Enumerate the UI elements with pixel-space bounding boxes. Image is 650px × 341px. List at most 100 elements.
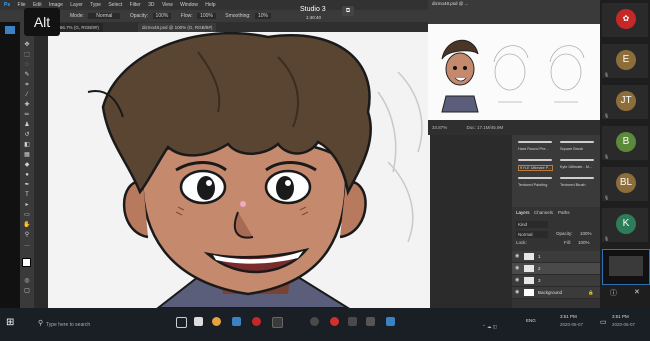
- video-toggle-icon[interactable]: [348, 317, 357, 326]
- history-brush-icon[interactable]: ↺: [23, 132, 31, 139]
- participant-tile[interactable]: ✿: [602, 3, 648, 37]
- eyedropper-icon[interactable]: ⁄: [23, 92, 31, 99]
- app-icon[interactable]: [272, 317, 283, 328]
- eye-icon[interactable]: ◉: [515, 287, 519, 298]
- screen-mode-icon[interactable]: ▢: [23, 288, 31, 295]
- tray-date[interactable]: 2020-05-07: [612, 322, 635, 327]
- layer-opacity-value[interactable]: 100%: [580, 231, 592, 236]
- layer-row[interactable]: ◉ 3: [512, 275, 600, 287]
- meeting-app-icon[interactable]: [386, 317, 395, 326]
- participant-tile[interactable]: B 🎙: [602, 126, 648, 160]
- layer-name: 2: [538, 266, 541, 271]
- layer-filter-kind[interactable]: Kind: [516, 221, 548, 228]
- brush-item-4[interactable]: Kyle Ultimate - M...: [560, 165, 592, 169]
- tab-paths[interactable]: Paths: [558, 210, 570, 215]
- fill-value[interactable]: 100%: [578, 240, 590, 245]
- foreground-color-swatch[interactable]: [22, 258, 31, 267]
- monitor-icon[interactable]: [5, 26, 15, 34]
- mute-mic-icon[interactable]: [310, 317, 319, 326]
- close-icon[interactable]: ✕: [634, 288, 640, 296]
- menu-help[interactable]: Help: [205, 2, 215, 8]
- share-screen-icon[interactable]: [366, 317, 375, 326]
- eye-icon[interactable]: ◉: [515, 251, 519, 262]
- brush-item-2[interactable]: Square Brush: [560, 147, 583, 151]
- menu-view[interactable]: View: [162, 2, 173, 8]
- tab-channels[interactable]: Channels: [534, 210, 553, 215]
- participant-tile[interactable]: JT 🎙: [602, 85, 648, 119]
- brush-item-1[interactable]: Hard Round Pre...: [518, 147, 549, 151]
- path-select-icon[interactable]: ▸: [23, 202, 31, 209]
- gradient-tool-icon[interactable]: ▦: [23, 152, 31, 159]
- marquee-tool-icon[interactable]: ⬚: [23, 52, 31, 59]
- search-icon[interactable]: ⚲: [38, 319, 43, 327]
- layer-row[interactable]: ◉ 1: [512, 251, 600, 263]
- dodge-tool-icon[interactable]: ●: [23, 172, 31, 179]
- menu-type[interactable]: Type: [90, 2, 101, 8]
- doc-tab-2[interactable]: dizmo48.psd @ 100% (G, RGB/8#): [138, 23, 217, 32]
- menu-select[interactable]: Select: [108, 2, 122, 8]
- pen-tool-icon[interactable]: ✒: [23, 182, 31, 189]
- mic-icon: 🎙: [604, 195, 610, 200]
- recorder-icon[interactable]: [252, 317, 261, 326]
- photoshop-taskbar-icon[interactable]: [232, 317, 241, 326]
- end-call-icon[interactable]: [330, 317, 339, 326]
- participant-tile[interactable]: E 🎙: [602, 44, 648, 78]
- blur-tool-icon[interactable]: ◆: [23, 162, 31, 169]
- chrome-icon[interactable]: [212, 317, 221, 326]
- hand-tool-icon[interactable]: ✋: [23, 222, 31, 229]
- tab-layers[interactable]: Layers: [516, 210, 530, 215]
- navigator-zoom[interactable]: 34.87%: [432, 125, 447, 130]
- taskbar-search-input[interactable]: Type here to search: [46, 319, 136, 331]
- move-tool-icon[interactable]: ✥: [23, 42, 31, 49]
- task-view-icon[interactable]: [176, 317, 187, 328]
- notification-icon[interactable]: ▭: [600, 318, 607, 326]
- type-tool-icon[interactable]: T: [23, 192, 31, 199]
- layer-blend-mode[interactable]: Normal: [516, 231, 548, 238]
- layers-panel: Layers Channels Paths Kind Normal Opacit…: [512, 207, 600, 308]
- menu-3d[interactable]: 3D: [148, 2, 154, 8]
- brush-item-3[interactable]: KYLE Ultimate P...: [518, 165, 553, 171]
- file-explorer-icon[interactable]: [194, 317, 203, 326]
- flow-field[interactable]: 100%: [197, 13, 216, 19]
- eraser-tool-icon[interactable]: ◧: [23, 142, 31, 149]
- stamp-tool-icon[interactable]: ♟: [23, 122, 31, 129]
- crop-tool-icon[interactable]: ⌗: [23, 82, 31, 89]
- healing-icon[interactable]: ✚: [23, 102, 31, 109]
- more-tools-icon[interactable]: …: [23, 242, 31, 249]
- participant-tile[interactable]: BL 🎙: [602, 167, 648, 201]
- tray-clock[interactable]: 3:51 PM: [612, 314, 629, 319]
- navigator-preview[interactable]: [428, 24, 600, 120]
- windows-start-icon[interactable]: ⊞: [6, 318, 14, 328]
- artwork-canvas[interactable]: [48, 32, 430, 308]
- eye-icon[interactable]: ◉: [515, 263, 519, 274]
- brush-item-6[interactable]: Textured Brush: [560, 183, 586, 187]
- left-app-strip: [0, 22, 20, 308]
- mode-select[interactable]: Normal: [88, 13, 121, 19]
- copy-icon[interactable]: ⧉: [342, 6, 354, 16]
- eye-icon[interactable]: ◉: [515, 275, 519, 286]
- participant-tile[interactable]: K 🎙: [602, 208, 648, 242]
- language-indicator[interactable]: ENG: [526, 318, 536, 323]
- brushes-panel: Hard Round Pre... Square Brush KYLE Ulti…: [512, 135, 600, 207]
- tray-date-secondary[interactable]: 2020-05-07: [560, 322, 583, 327]
- brush-item-5[interactable]: Textured Painting: [518, 183, 547, 187]
- participant-tile-self[interactable]: [602, 249, 650, 285]
- menu-file[interactable]: File: [18, 2, 26, 8]
- brush-tool-icon[interactable]: ✏: [23, 112, 31, 119]
- zoom-tool-icon[interactable]: ⚲: [23, 232, 31, 239]
- quick-select-icon[interactable]: ✎: [23, 72, 31, 79]
- lasso-tool-icon[interactable]: ◌: [23, 62, 31, 69]
- shape-tool-icon[interactable]: ▭: [23, 212, 31, 219]
- smoothing-field[interactable]: 10%: [254, 13, 271, 19]
- layer-row[interactable]: ◉ 2: [512, 263, 600, 275]
- layer-row[interactable]: ◉ Background 🔒: [512, 287, 600, 299]
- quick-mask-icon[interactable]: ◎: [23, 278, 31, 285]
- tray-clock-secondary[interactable]: 3:51 PM: [560, 314, 577, 319]
- participant-avatar: K: [616, 214, 636, 234]
- menu-window[interactable]: Window: [180, 2, 198, 8]
- info-icon[interactable]: ⓘ: [610, 288, 617, 298]
- menu-layer[interactable]: Layer: [70, 2, 83, 8]
- menu-filter[interactable]: Filter: [130, 2, 141, 8]
- opacity-field[interactable]: 100%: [152, 13, 172, 19]
- tray-icons[interactable]: ⌃ ☁ ◫: [482, 324, 497, 330]
